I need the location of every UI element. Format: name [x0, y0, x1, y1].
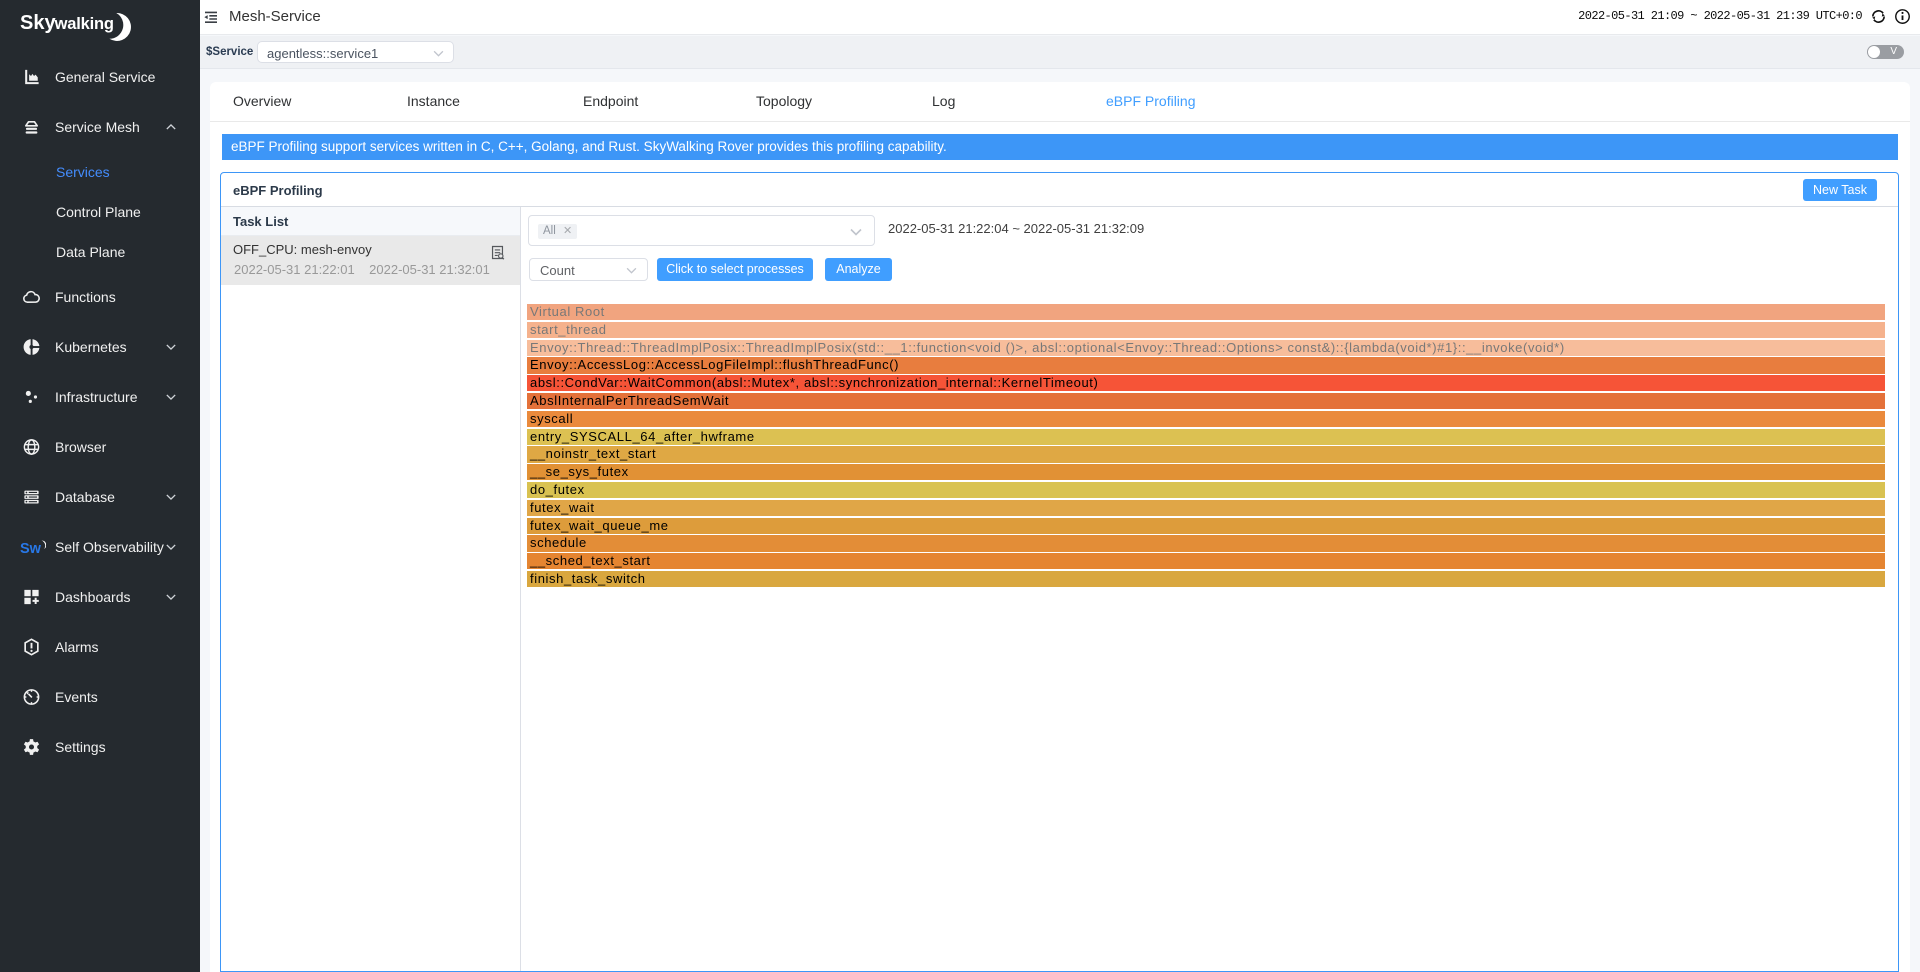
svg-text:Sw: Sw: [20, 541, 42, 557]
